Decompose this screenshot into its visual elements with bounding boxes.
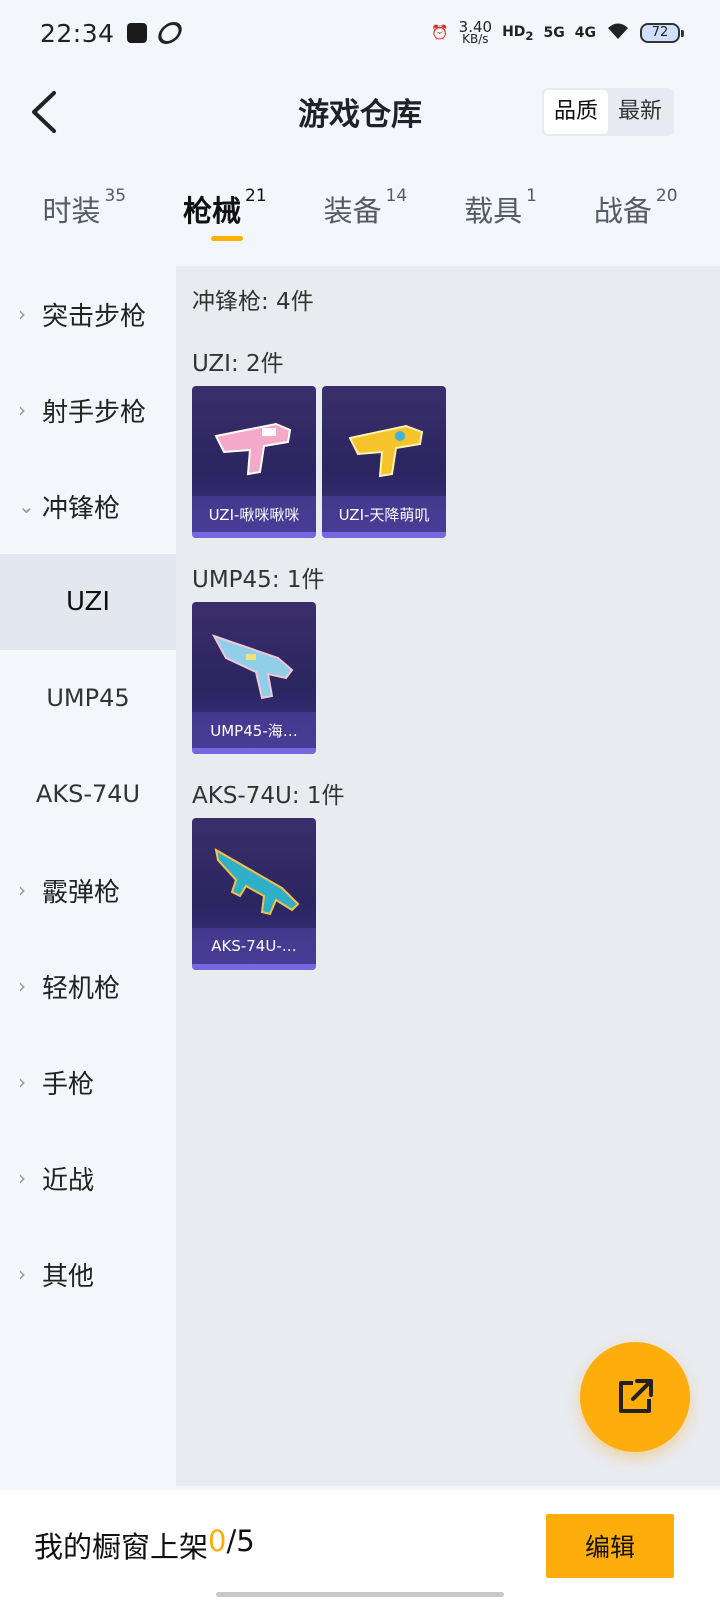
showcase-total: /5	[226, 1524, 255, 1558]
item-card[interactable]: UZI-天降萌叽	[322, 386, 446, 538]
tab-firearms[interactable]: 枪械 21	[183, 176, 267, 256]
active-tab-indicator	[211, 236, 244, 241]
chevron-right-icon: ›	[18, 1166, 26, 1190]
item-name: UMP45-海…	[192, 712, 316, 748]
chevron-right-icon: ›	[18, 878, 26, 902]
category-header: 冲锋枪: 4件	[192, 289, 314, 315]
sidebar-item-other[interactable]: › 其他	[0, 1226, 176, 1322]
sort-newest-button[interactable]: 最新	[608, 90, 672, 134]
showcase-status: 我的橱窗上架 0 /5	[34, 1524, 255, 1566]
content-area: 冲锋枪: 4件 UZI: 2件 UZI-啾咪啾咪 UZI-天降萌叽 UMP45:…	[176, 266, 720, 1486]
sidebar-item-label: 冲锋枪	[42, 493, 121, 524]
share-external-icon	[619, 1379, 653, 1413]
sidebar-subitem-ump45[interactable]: UMP45	[0, 650, 176, 746]
sidebar-item-label: 手枪	[42, 1069, 95, 1100]
item-name: AKS-74U-…	[192, 928, 316, 964]
app-notification-icon	[126, 23, 147, 43]
sidebar-item-smg[interactable]: ⌄ 冲锋枪	[0, 458, 176, 554]
sidebar-item-label: 轻机枪	[42, 973, 121, 1004]
battery-icon: 72	[640, 23, 684, 43]
rarity-bar	[192, 748, 316, 754]
sync-icon	[154, 22, 185, 44]
sort-quality-button[interactable]: 品质	[543, 90, 608, 134]
hd-icon: HD2	[502, 23, 534, 43]
status-left: 22:34	[40, 18, 185, 48]
wifi-icon	[606, 22, 630, 44]
category-tabs: 时装 35 枪械 21 装备 14 载具 1 战备 20	[0, 176, 720, 256]
showcase-count: 0	[208, 1524, 227, 1558]
sort-toggle: 品质 最新	[541, 88, 674, 136]
sidebar-item-assault-rifle[interactable]: › 突击步枪	[0, 266, 176, 362]
tab-equipment[interactable]: 装备 14	[324, 176, 408, 256]
alarm-icon: ⏰	[431, 25, 449, 41]
tab-count: 1	[526, 186, 537, 206]
item-card[interactable]: UMP45-海…	[192, 602, 316, 754]
tab-label: 枪械	[183, 194, 242, 228]
tab-label: 装备	[323, 194, 382, 228]
group-header-ump45: UMP45: 1件	[192, 567, 325, 593]
net-speed: 3.40 KB/s	[459, 20, 492, 46]
sidebar-item-label: 突击步枪	[42, 301, 147, 332]
tab-count: 35	[104, 186, 127, 206]
sidebar-item-melee[interactable]: › 近战	[0, 1130, 176, 1226]
rarity-bar	[322, 532, 446, 538]
chevron-right-icon: ›	[18, 1262, 26, 1286]
item-card[interactable]: UZI-啾咪啾咪	[192, 386, 316, 538]
item-name: UZI-天降萌叽	[322, 496, 446, 532]
gun-skin-image	[214, 848, 300, 916]
sidebar-item-label: 霰弹枪	[42, 877, 121, 908]
sidebar-item-label: 近战	[42, 1165, 95, 1196]
tab-fashion[interactable]: 时装 35	[42, 176, 126, 256]
back-button[interactable]	[18, 84, 68, 140]
bottom-bar: 我的橱窗上架 0 /5 编辑	[0, 1490, 720, 1600]
tab-count: 14	[385, 186, 408, 206]
item-name: UZI-啾咪啾咪	[192, 496, 316, 532]
chevron-right-icon: ›	[18, 398, 26, 422]
tab-label: 战备	[593, 194, 652, 228]
status-right: ⏰ 3.40 KB/s HD2 5G 4G 72	[431, 20, 684, 46]
chevron-down-icon: ⌄	[18, 494, 35, 518]
page-title: 游戏仓库	[298, 96, 422, 133]
signal-4g-icon: 4G	[574, 25, 596, 41]
item-grid-uzi: UZI-啾咪啾咪 UZI-天降萌叽	[192, 386, 720, 538]
chevron-right-icon: ›	[18, 1070, 26, 1094]
sidebar: › 突击步枪 › 射手步枪 ⌄ 冲锋枪 UZI UMP45 AKS-74U › …	[0, 266, 176, 1486]
share-button[interactable]	[580, 1342, 690, 1452]
tab-supplies[interactable]: 战备 20	[594, 176, 678, 256]
tab-count: 21	[245, 186, 267, 206]
sidebar-subitem-uzi[interactable]: UZI	[0, 554, 176, 650]
tab-count: 20	[655, 186, 678, 206]
sidebar-item-pistol[interactable]: › 手枪	[0, 1034, 176, 1130]
net-speed-unit: KB/s	[462, 32, 489, 46]
sidebar-item-label: 其他	[42, 1261, 95, 1292]
tab-vehicles[interactable]: 载具 1	[464, 176, 537, 256]
gun-skin-image	[214, 422, 292, 476]
gun-skin-image	[211, 634, 294, 700]
showcase-label: 我的橱窗上架	[34, 1530, 209, 1564]
rarity-bar	[192, 964, 316, 970]
sidebar-item-label: 射手步枪	[42, 397, 147, 428]
status-time: 22:34	[40, 18, 115, 48]
home-indicator[interactable]	[216, 1592, 504, 1597]
item-grid-aks74u: AKS-74U-…	[192, 818, 720, 970]
sidebar-item-shotgun[interactable]: › 霰弹枪	[0, 842, 176, 938]
chevron-right-icon: ›	[18, 302, 26, 326]
sidebar-item-lmg[interactable]: › 轻机枪	[0, 938, 176, 1034]
sidebar-subitem-aks74u[interactable]: AKS-74U	[0, 746, 176, 842]
group-header-aks74u: AKS-74U: 1件	[192, 783, 345, 809]
tab-label: 载具	[464, 194, 523, 228]
item-grid-ump45: UMP45-海…	[192, 602, 720, 754]
status-bar: 22:34 ⏰ 3.40 KB/s HD2 5G 4G 72	[0, 0, 720, 66]
gun-skin-image	[348, 424, 424, 478]
chevron-right-icon: ›	[18, 974, 26, 998]
edit-button[interactable]: 编辑	[546, 1514, 674, 1578]
rarity-bar	[192, 532, 316, 538]
header: 游戏仓库 品质 最新	[0, 66, 720, 156]
tab-label: 时装	[42, 194, 101, 228]
sidebar-item-marksman-rifle[interactable]: › 射手步枪	[0, 362, 176, 458]
group-header-uzi: UZI: 2件	[192, 351, 284, 377]
back-arrow-icon	[32, 91, 56, 133]
signal-5g-icon: 5G	[543, 25, 565, 41]
item-card[interactable]: AKS-74U-…	[192, 818, 316, 970]
